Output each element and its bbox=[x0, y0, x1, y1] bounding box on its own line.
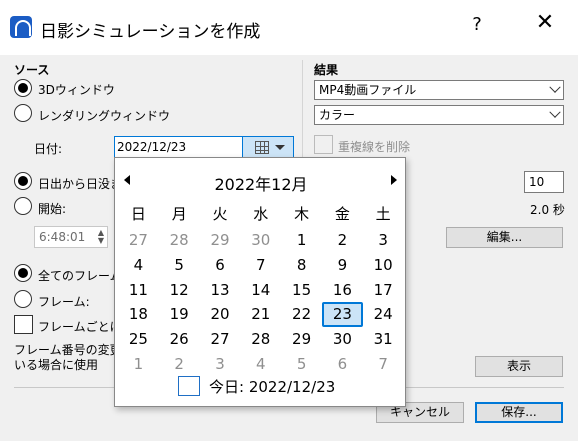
calendar-day[interactable]: 16 bbox=[322, 278, 363, 303]
weekday-header: 火 bbox=[212, 205, 228, 223]
color-dropdown[interactable]: カラー bbox=[314, 105, 564, 125]
calendar-day[interactable]: 24 bbox=[363, 302, 404, 327]
calendar-day[interactable]: 1 bbox=[281, 228, 322, 253]
start-time-input[interactable]: 6:48:01 ▲ ▼ bbox=[34, 226, 108, 248]
weekday-header: 金 bbox=[334, 205, 350, 223]
chevron-down-icon bbox=[549, 81, 561, 93]
today-label: 今日: 2022/12/23 bbox=[209, 378, 336, 396]
calendar-day[interactable]: 21 bbox=[240, 302, 281, 327]
save-button[interactable]: 保存... bbox=[475, 402, 563, 423]
calendar-day[interactable]: 30 bbox=[322, 327, 363, 352]
weekday-header: 日 bbox=[130, 205, 146, 223]
remove-hidden-lines-label: 重複線を削除 bbox=[338, 140, 411, 154]
radio-frame-label: フレーム: bbox=[38, 295, 90, 309]
window-title: 日影シミュレーションを作成 bbox=[40, 22, 261, 42]
calendar-day[interactable]: 25 bbox=[118, 327, 159, 352]
edit-button[interactable]: 編集... bbox=[446, 227, 563, 248]
weekday-header: 木 bbox=[294, 205, 310, 223]
calendar-day[interactable]: 5 bbox=[159, 253, 200, 278]
calendar-popup: 2022年12月 日月火水木金土 27 28 29 30 1 2 3 4 5 6 7 8 9 10 11 12 1… bbox=[114, 157, 406, 407]
calendar-day[interactable]: 27 bbox=[200, 327, 241, 352]
calendar-day[interactable]: 20 bbox=[200, 302, 241, 327]
calendar-day[interactable]: 28 bbox=[159, 228, 200, 253]
frame-count-input[interactable]: 10 bbox=[524, 171, 564, 193]
calendar-day[interactable]: 3 bbox=[363, 228, 404, 253]
today-link[interactable]: 今日: 2022/12/23 bbox=[115, 372, 407, 400]
calendar-day[interactable]: 4 bbox=[118, 253, 159, 278]
chevron-down-icon bbox=[275, 145, 285, 150]
calendar-day[interactable]: 19 bbox=[159, 302, 200, 327]
result-heading: 結果 bbox=[314, 63, 339, 77]
radio-start[interactable] bbox=[14, 197, 32, 215]
radio-start-label: 開始: bbox=[38, 202, 67, 216]
calendar-day[interactable]: 18 bbox=[118, 302, 159, 327]
calendar-icon bbox=[255, 141, 269, 154]
calendar-day-selected[interactable]: 23 bbox=[321, 302, 363, 328]
format-dropdown-value: MP4動画ファイル bbox=[319, 83, 417, 97]
calendar-day[interactable]: 22 bbox=[281, 302, 322, 327]
weekday-header: 土 bbox=[375, 205, 391, 223]
time-spinner-icon[interactable]: ▲ ▼ bbox=[98, 229, 104, 245]
date-label: 日付: bbox=[34, 142, 63, 156]
radio-3d-window[interactable] bbox=[14, 79, 32, 97]
radio-render-window-label: レンダリングウィンドウ bbox=[38, 109, 171, 123]
show-button[interactable]: 表示 bbox=[475, 356, 563, 377]
calendar-day[interactable]: 29 bbox=[281, 327, 322, 352]
calendar-day[interactable]: 7 bbox=[240, 253, 281, 278]
calendar-day[interactable]: 8 bbox=[281, 253, 322, 278]
calendar-day[interactable]: 29 bbox=[200, 228, 241, 253]
calendar-day[interactable]: 10 bbox=[363, 253, 404, 278]
date-picker-button[interactable] bbox=[242, 136, 294, 158]
radio-render-window[interactable] bbox=[14, 104, 32, 122]
close-button[interactable]: ✕ bbox=[533, 10, 557, 35]
remove-hidden-lines-checkbox[interactable] bbox=[314, 135, 333, 154]
calendar-day[interactable]: 30 bbox=[240, 228, 281, 253]
weekday-header: 月 bbox=[171, 205, 187, 223]
duration-label: 2.0 秒 bbox=[530, 203, 565, 217]
calendar-grid: 日月火水木金土 27 28 29 30 1 2 3 4 5 6 7 8 9 10 11 12 13 14 15 16 17… bbox=[118, 202, 404, 377]
color-dropdown-value: カラー bbox=[319, 108, 356, 122]
calendar-month-title[interactable]: 2022年12月 bbox=[115, 171, 407, 195]
calendar-day[interactable]: 6 bbox=[200, 253, 241, 278]
next-month-icon[interactable] bbox=[391, 175, 397, 185]
help-button[interactable]: ? bbox=[467, 14, 487, 35]
calendar-day[interactable]: 31 bbox=[363, 327, 404, 352]
radio-all-frames-label: 全てのフレーム bbox=[38, 269, 122, 283]
source-heading: ソース bbox=[14, 63, 50, 77]
weekday-header: 水 bbox=[253, 205, 269, 223]
format-dropdown[interactable]: MP4動画ファイル bbox=[314, 80, 564, 100]
app-icon bbox=[10, 16, 32, 38]
calendar-day[interactable]: 28 bbox=[240, 327, 281, 352]
calendar-day[interactable]: 2 bbox=[322, 228, 363, 253]
today-marker bbox=[178, 376, 200, 396]
calendar-day[interactable]: 14 bbox=[240, 278, 281, 303]
radio-sunrise-sunset[interactable] bbox=[14, 172, 32, 190]
chevron-down-icon bbox=[549, 106, 561, 118]
start-time-value: 6:48:01 bbox=[39, 230, 86, 244]
calendar-day[interactable]: 11 bbox=[118, 278, 159, 303]
calendar-day[interactable]: 26 bbox=[159, 327, 200, 352]
calendar-day[interactable]: 15 bbox=[281, 278, 322, 303]
calendar-day[interactable]: 9 bbox=[322, 253, 363, 278]
radio-sunrise-sunset-label: 日出から日没ま bbox=[38, 177, 123, 191]
calendar-day[interactable]: 17 bbox=[363, 278, 404, 303]
frame-note-line2: いる場合に使用 bbox=[14, 358, 99, 372]
title-bar: 日影シミュレーションを作成 ? ✕ bbox=[0, 0, 578, 55]
radio-3d-window-label: 3Dウィンドウ bbox=[38, 83, 115, 97]
calendar-day[interactable]: 13 bbox=[200, 278, 241, 303]
radio-frame[interactable] bbox=[14, 290, 32, 308]
per-frame-checkbox[interactable] bbox=[14, 315, 33, 334]
calendar-day[interactable]: 27 bbox=[118, 228, 159, 253]
radio-all-frames[interactable] bbox=[14, 264, 32, 282]
calendar-day[interactable]: 12 bbox=[159, 278, 200, 303]
